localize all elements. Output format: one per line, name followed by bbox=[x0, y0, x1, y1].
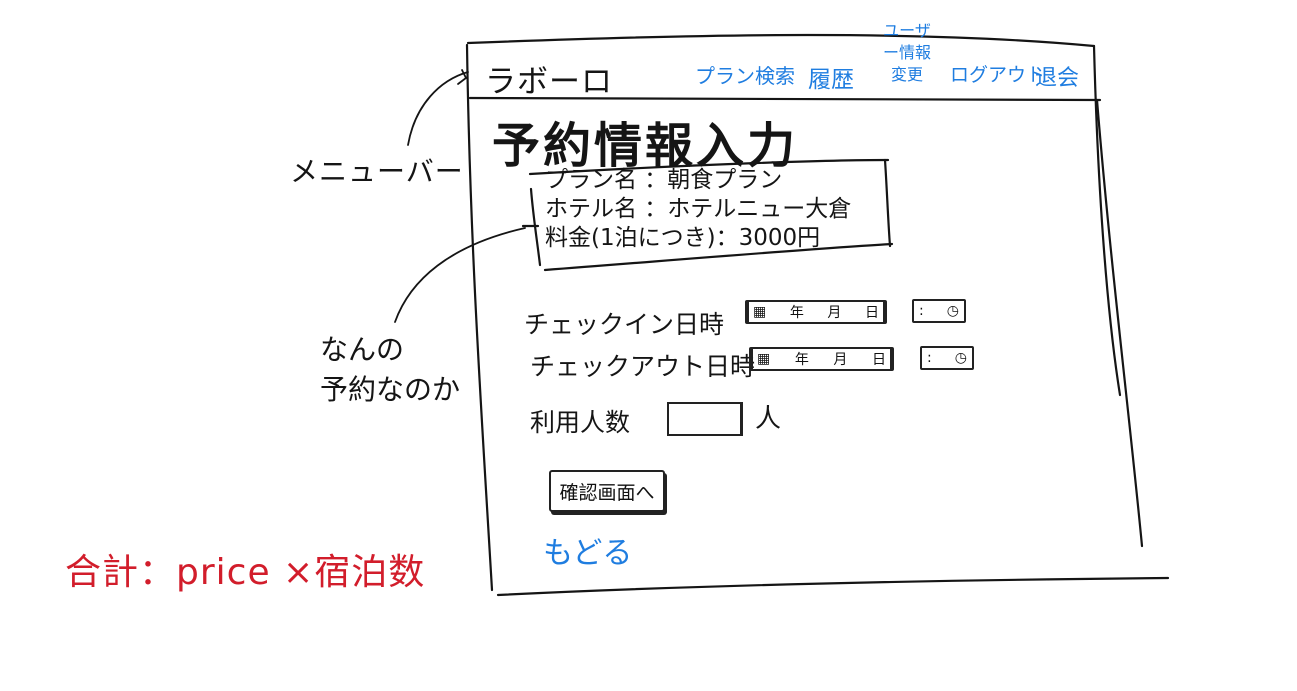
nav-logout[interactable]: ログアウト bbox=[950, 60, 1045, 87]
time-separator: : bbox=[919, 303, 924, 319]
reservation-summary: プラン名 ：朝食プラン ホテル名 ：ホテルニュー大倉 料金(1泊につき)：300… bbox=[545, 166, 885, 253]
annotation-line-2: 予約なのか bbox=[320, 373, 461, 406]
year-label: 年 bbox=[789, 305, 804, 321]
day-label: 日 bbox=[864, 305, 879, 321]
annotation-line-1: なんの bbox=[320, 333, 405, 366]
back-link[interactable]: もどる bbox=[543, 528, 632, 572]
hotel-name: ホテル名 ：ホテルニュー大倉 bbox=[545, 196, 852, 222]
annotation-total: 合計：price ×宿泊数 bbox=[65, 552, 426, 593]
nav-user-info-change[interactable]: ユーザー情報変更 bbox=[878, 20, 936, 86]
nav-withdraw[interactable]: 退会 bbox=[1035, 60, 1079, 92]
checkin-time-field[interactable]: : ◷ bbox=[912, 299, 966, 323]
clock-icon: ◷ bbox=[954, 350, 967, 366]
checkout-date-field[interactable]: ▦ 年 月 日 bbox=[749, 347, 894, 371]
time-separator: : bbox=[927, 350, 932, 366]
annotation-what-reservation: なんの 予約なのか bbox=[320, 330, 460, 410]
checkout-label: チェックアウト日時 bbox=[530, 352, 756, 381]
calendar-icon: ▦ bbox=[757, 351, 771, 367]
guests-unit: 人 bbox=[755, 404, 782, 434]
annotation-menu-bar: メニューバー bbox=[290, 155, 464, 188]
nav-history[interactable]: 履歴 bbox=[808, 60, 854, 94]
day-label: 日 bbox=[871, 352, 886, 368]
month-label: 月 bbox=[827, 305, 842, 321]
checkin-label: チェックイン日時 bbox=[524, 310, 725, 339]
guests-label: 利用人数 bbox=[530, 408, 631, 437]
year-label: 年 bbox=[794, 352, 809, 368]
plan-name: プラン名 ：朝食プラン bbox=[545, 167, 783, 193]
clock-icon: ◷ bbox=[946, 303, 959, 319]
price-per-night: 料金(1泊につき)：3000円 bbox=[545, 225, 821, 251]
guests-input[interactable] bbox=[667, 402, 743, 436]
checkin-date-field[interactable]: ▦ 年 月 日 bbox=[745, 300, 887, 324]
checkout-time-field[interactable]: : ◷ bbox=[920, 346, 974, 370]
brand-logo[interactable]: ラボーロ bbox=[485, 56, 613, 101]
calendar-icon: ▦ bbox=[753, 304, 767, 320]
nav-plan-search[interactable]: プラン検索 bbox=[695, 60, 795, 89]
confirm-button[interactable]: 確認画面へ bbox=[549, 470, 665, 512]
month-label: 月 bbox=[833, 352, 848, 368]
